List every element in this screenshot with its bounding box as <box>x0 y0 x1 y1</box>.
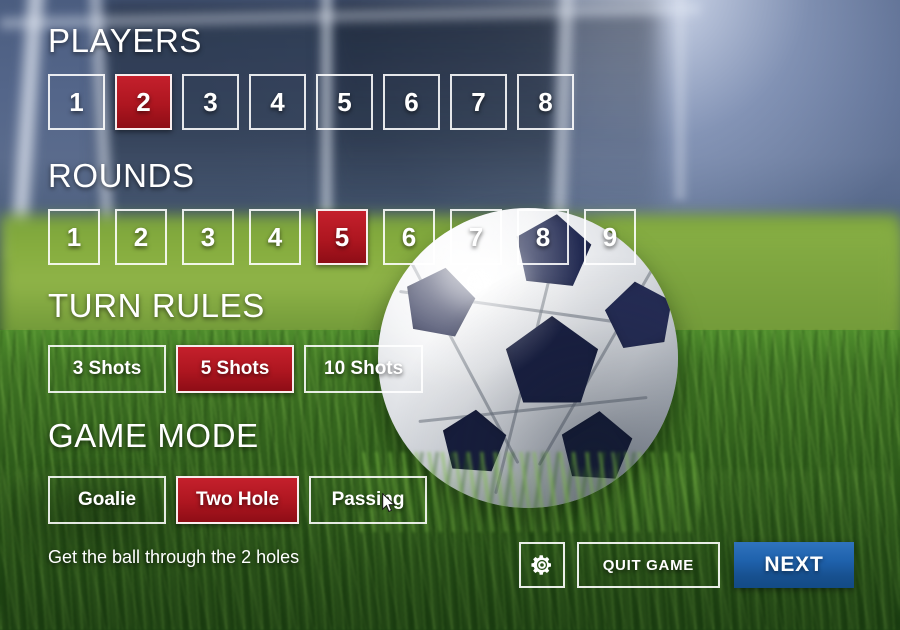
players-option-4[interactable]: 4 <box>249 74 306 130</box>
players-option-8[interactable]: 8 <box>517 74 574 130</box>
players-option-6[interactable]: 6 <box>383 74 440 130</box>
players-option-2[interactable]: 2 <box>115 74 172 130</box>
rounds-option-row: 1 2 3 4 5 6 7 8 9 <box>48 209 651 265</box>
game-mode-option-passing[interactable]: Passing <box>309 476 428 524</box>
turn-rules-option-5-shots[interactable]: 5 Shots <box>176 345 294 393</box>
turn-rules-option-3-shots[interactable]: 3 Shots <box>48 345 166 393</box>
setup-controls: PLAYERS 1 2 3 4 5 6 7 8 ROUNDS 1 2 3 4 5… <box>0 0 900 630</box>
next-button[interactable]: NEXT <box>734 542 854 588</box>
rounds-option-2[interactable]: 2 <box>115 209 167 265</box>
turn-rules-option-10-shots[interactable]: 10 Shots <box>304 345 424 393</box>
game-mode-description: Get the ball through the 2 holes <box>48 547 300 567</box>
rounds-option-4[interactable]: 4 <box>249 209 301 265</box>
rounds-option-1[interactable]: 1 <box>48 209 100 265</box>
settings-button[interactable] <box>518 542 565 588</box>
quit-game-button[interactable]: QUIT GAME <box>576 542 720 588</box>
game-mode-option-goalie[interactable]: Goalie <box>48 476 166 524</box>
rounds-option-7[interactable]: 7 <box>450 209 502 265</box>
players-option-5[interactable]: 5 <box>316 74 373 130</box>
gear-icon <box>531 555 551 575</box>
game-mode-option-two-hole[interactable]: Two Hole <box>176 476 300 524</box>
players-option-3[interactable]: 3 <box>182 74 239 130</box>
players-section-title: PLAYERS <box>48 22 202 59</box>
rounds-option-9[interactable]: 9 <box>584 209 636 265</box>
rounds-option-8[interactable]: 8 <box>517 209 569 265</box>
game-mode-section-title: GAME MODE <box>48 417 259 454</box>
turn-rules-section-title: TURN RULES <box>48 287 265 324</box>
rounds-option-6[interactable]: 6 <box>383 209 435 265</box>
action-bar: QUIT GAME NEXT <box>518 542 854 588</box>
players-option-1[interactable]: 1 <box>48 74 105 130</box>
players-option-row: 1 2 3 4 5 6 7 8 <box>48 74 584 130</box>
rounds-option-5[interactable]: 5 <box>316 209 368 265</box>
rounds-section-title: ROUNDS <box>48 157 195 194</box>
rounds-option-3[interactable]: 3 <box>182 209 234 265</box>
players-option-7[interactable]: 7 <box>450 74 507 130</box>
turn-rules-option-row: 3 Shots 5 Shots 10 Shots <box>48 345 433 393</box>
game-setup-screen: PLAYERS 1 2 3 4 5 6 7 8 ROUNDS 1 2 3 4 5… <box>0 0 900 630</box>
game-mode-option-row: Goalie Two Hole Passing <box>48 476 437 524</box>
